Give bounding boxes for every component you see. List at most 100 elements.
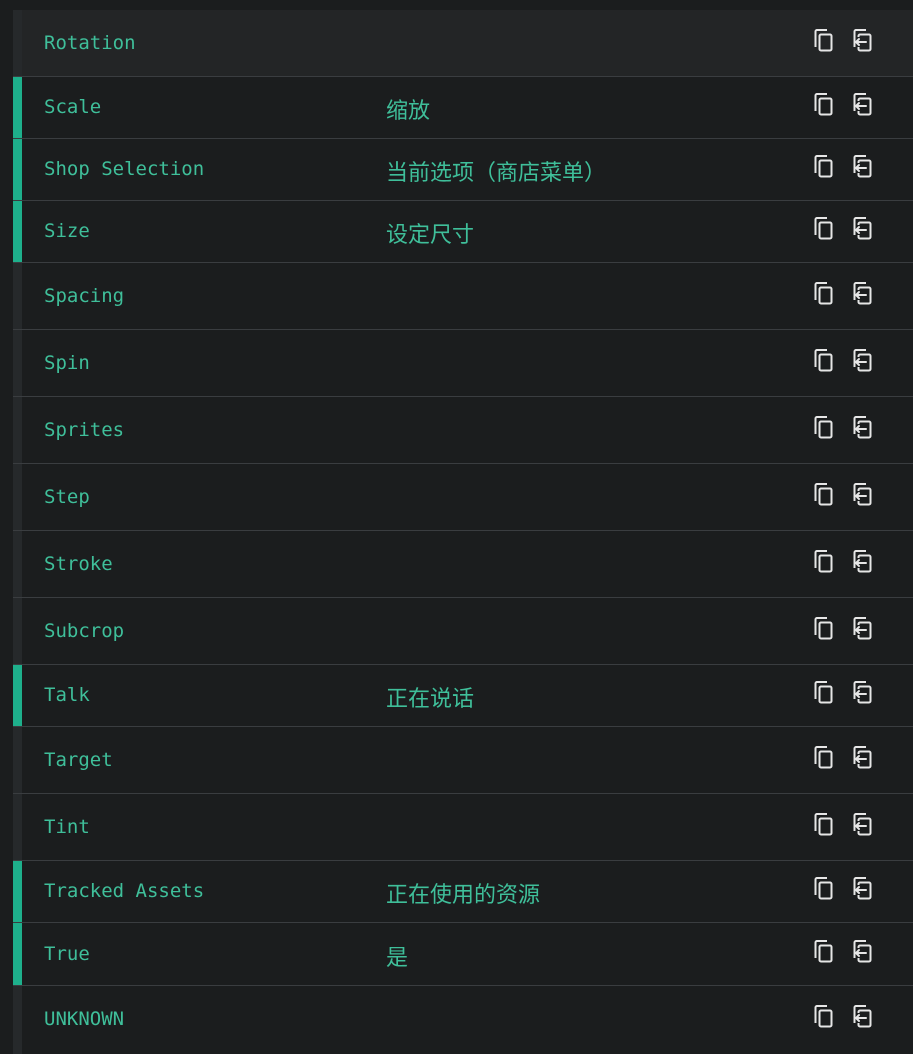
paste-button[interactable]: [849, 875, 877, 905]
paste-button[interactable]: [849, 280, 877, 310]
copy-icon: [814, 93, 833, 116]
copy-button[interactable]: [810, 875, 838, 905]
translation-row-true[interactable]: True 是: [13, 923, 913, 986]
translated-indicator: [13, 794, 22, 860]
translation-row-step[interactable]: Step: [13, 464, 913, 531]
copy-button[interactable]: [810, 347, 838, 377]
translation-key: True: [44, 943, 90, 965]
translated-indicator: [13, 77, 22, 138]
translated-indicator: [13, 923, 22, 985]
paste-button[interactable]: [849, 1003, 877, 1033]
translated-indicator: [13, 986, 22, 1054]
translation-key: Rotation: [44, 32, 136, 54]
copy-button[interactable]: [810, 679, 838, 709]
translation-row-tint[interactable]: Tint: [13, 794, 913, 861]
translated-indicator: [13, 139, 22, 200]
copy-button[interactable]: [810, 153, 838, 183]
paste-button[interactable]: [849, 153, 877, 183]
translation-row-target[interactable]: Target: [13, 727, 913, 794]
translation-key: Tint: [44, 816, 90, 838]
translated-indicator: [13, 263, 22, 329]
copy-button[interactable]: [810, 481, 838, 511]
copy-icon: [814, 940, 833, 963]
translation-key: Stroke: [44, 553, 113, 575]
copy-icon: [814, 155, 833, 178]
paste-icon: [853, 349, 872, 372]
copy-icon: [814, 282, 833, 305]
paste-button[interactable]: [849, 615, 877, 645]
copy-button[interactable]: [810, 91, 838, 121]
translated-indicator: [13, 464, 22, 530]
translation-row-unknown[interactable]: UNKNOWN: [13, 986, 913, 1054]
translation-row-talk[interactable]: Talk 正在说话: [13, 665, 913, 727]
translation-row-subcrop[interactable]: Subcrop: [13, 598, 913, 665]
paste-button[interactable]: [849, 811, 877, 841]
translation-row-sprites[interactable]: Sprites: [13, 397, 913, 464]
copy-icon: [814, 877, 833, 900]
paste-button[interactable]: [849, 91, 877, 121]
translation-key: Step: [44, 486, 90, 508]
paste-icon: [853, 877, 872, 900]
copy-button[interactable]: [810, 1003, 838, 1033]
translation-value: 正在说话: [386, 687, 475, 712]
paste-button[interactable]: [849, 347, 877, 377]
translation-row-spacing[interactable]: Spacing: [13, 263, 913, 330]
paste-button[interactable]: [849, 481, 877, 511]
copy-button[interactable]: [810, 938, 838, 968]
translation-row-tracked-assets[interactable]: Tracked Assets 正在使用的资源: [13, 861, 913, 923]
translated-indicator: [13, 330, 22, 396]
translated-indicator: [13, 861, 22, 922]
copy-icon: [814, 617, 833, 640]
copy-icon: [814, 416, 833, 439]
translation-row-scale[interactable]: Scale 缩放: [13, 77, 913, 139]
copy-icon: [814, 217, 833, 240]
paste-icon: [853, 155, 872, 178]
translation-key: Sprites: [44, 419, 125, 441]
translation-value: 缩放: [386, 99, 431, 124]
translation-value: 是: [386, 946, 409, 971]
translation-row-size[interactable]: Size 设定尺寸: [13, 201, 913, 263]
paste-icon: [853, 746, 872, 769]
translation-list: Rotation Scale 缩放 Shop Selection 当前选项（商店…: [13, 0, 913, 1054]
translation-row-shop-selection[interactable]: Shop Selection 当前选项（商店菜单）: [13, 139, 913, 201]
paste-icon: [853, 416, 872, 439]
translation-key: Scale: [44, 96, 102, 118]
copy-button[interactable]: [810, 27, 838, 57]
translation-row-rotation[interactable]: Rotation: [13, 10, 913, 77]
copy-icon: [814, 746, 833, 769]
translation-row-spin[interactable]: Spin: [13, 330, 913, 397]
translation-key: Spacing: [44, 285, 125, 307]
paste-button[interactable]: [849, 679, 877, 709]
paste-icon: [853, 29, 872, 52]
translated-indicator: [13, 598, 22, 664]
copy-button[interactable]: [810, 744, 838, 774]
translated-indicator: [13, 531, 22, 597]
translation-value: 正在使用的资源: [386, 883, 541, 908]
paste-button[interactable]: [849, 27, 877, 57]
translation-value: 当前选项（商店菜单）: [386, 161, 607, 186]
copy-button[interactable]: [810, 215, 838, 245]
translation-key: Spin: [44, 352, 90, 374]
copy-icon: [814, 550, 833, 573]
paste-icon: [853, 93, 872, 116]
copy-button[interactable]: [810, 280, 838, 310]
copy-button[interactable]: [810, 811, 838, 841]
paste-button[interactable]: [849, 414, 877, 444]
paste-button[interactable]: [849, 215, 877, 245]
paste-icon: [853, 681, 872, 704]
copy-button[interactable]: [810, 548, 838, 578]
copy-icon: [814, 349, 833, 372]
translation-key: UNKNOWN: [44, 1008, 125, 1030]
copy-icon: [814, 813, 833, 836]
translation-row-stroke[interactable]: Stroke: [13, 531, 913, 598]
translation-key: Talk: [44, 684, 90, 706]
paste-button[interactable]: [849, 548, 877, 578]
paste-button[interactable]: [849, 744, 877, 774]
translation-key: Tracked Assets: [44, 880, 205, 902]
translation-key: Size: [44, 220, 90, 242]
copy-button[interactable]: [810, 615, 838, 645]
copy-button[interactable]: [810, 414, 838, 444]
copy-icon: [814, 29, 833, 52]
translated-indicator: [13, 727, 22, 793]
paste-button[interactable]: [849, 938, 877, 968]
